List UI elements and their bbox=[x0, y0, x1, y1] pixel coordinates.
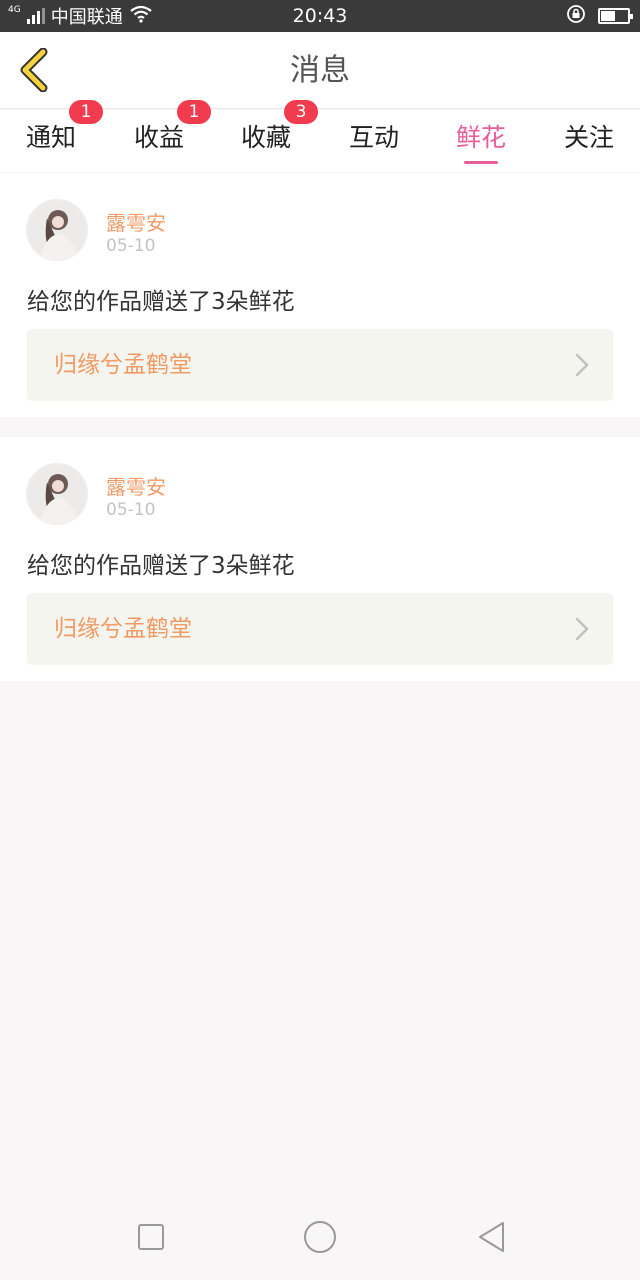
home-icon[interactable] bbox=[300, 1217, 340, 1257]
tab-label: 收益 bbox=[133, 123, 184, 152]
tab-flowers[interactable]: 鲜花 bbox=[441, 110, 521, 172]
message-text: 给您的作品赠送了3朵鲜花 bbox=[27, 289, 295, 315]
work-link[interactable]: 归缘兮孟鹤堂 bbox=[27, 593, 613, 665]
message-text: 给您的作品赠送了3朵鲜花 bbox=[27, 553, 295, 579]
rotation-lock-icon bbox=[566, 4, 586, 28]
chevron-right-icon bbox=[575, 617, 589, 641]
avatar[interactable] bbox=[26, 199, 88, 261]
active-tab-indicator bbox=[464, 161, 498, 164]
tab-label: 鲜花 bbox=[455, 123, 506, 152]
tab-interactions[interactable]: 互动 bbox=[334, 110, 414, 172]
tab-earnings[interactable]: 收益 1 bbox=[119, 100, 211, 172]
message-card: 露雩安 05-10 给您的作品赠送了3朵鲜花 归缘兮孟鹤堂 bbox=[0, 173, 640, 417]
work-link[interactable]: 归缘兮孟鹤堂 bbox=[27, 329, 613, 401]
work-title: 归缘兮孟鹤堂 bbox=[54, 616, 192, 642]
tab-label: 收藏 bbox=[240, 123, 291, 152]
unread-badge: 1 bbox=[177, 100, 211, 124]
unread-badge: 1 bbox=[69, 100, 103, 124]
tab-label: 关注 bbox=[563, 123, 614, 152]
system-nav-bar bbox=[0, 1195, 640, 1280]
app-header: 消息 bbox=[0, 32, 640, 109]
chevron-right-icon bbox=[575, 353, 589, 377]
message-date: 05-10 bbox=[106, 236, 156, 256]
tab-favorites[interactable]: 收藏 3 bbox=[226, 100, 318, 172]
tab-label: 互动 bbox=[348, 123, 399, 152]
tab-bar: 通知 1 收益 1 收藏 3 互动 鲜花 关注 bbox=[0, 100, 640, 172]
tab-notifications[interactable]: 通知 1 bbox=[11, 100, 103, 172]
username[interactable]: 露雩安 bbox=[106, 207, 166, 236]
avatar[interactable] bbox=[26, 463, 88, 525]
clock: 20:43 bbox=[292, 5, 348, 27]
battery-icon bbox=[598, 8, 633, 24]
message-date: 05-10 bbox=[106, 500, 156, 520]
back-icon[interactable] bbox=[472, 1217, 512, 1257]
tab-following[interactable]: 关注 bbox=[549, 110, 629, 172]
page-title: 消息 bbox=[290, 53, 350, 88]
work-title: 归缘兮孟鹤堂 bbox=[54, 352, 192, 378]
status-bar: 4G 中国联通 20:43 bbox=[0, 0, 640, 32]
unread-badge: 3 bbox=[284, 100, 318, 124]
message-card: 露雩安 05-10 给您的作品赠送了3朵鲜花 归缘兮孟鹤堂 bbox=[0, 437, 640, 681]
username[interactable]: 露雩安 bbox=[106, 471, 166, 500]
tab-label: 通知 bbox=[25, 123, 76, 152]
recent-apps-icon[interactable] bbox=[131, 1217, 171, 1257]
